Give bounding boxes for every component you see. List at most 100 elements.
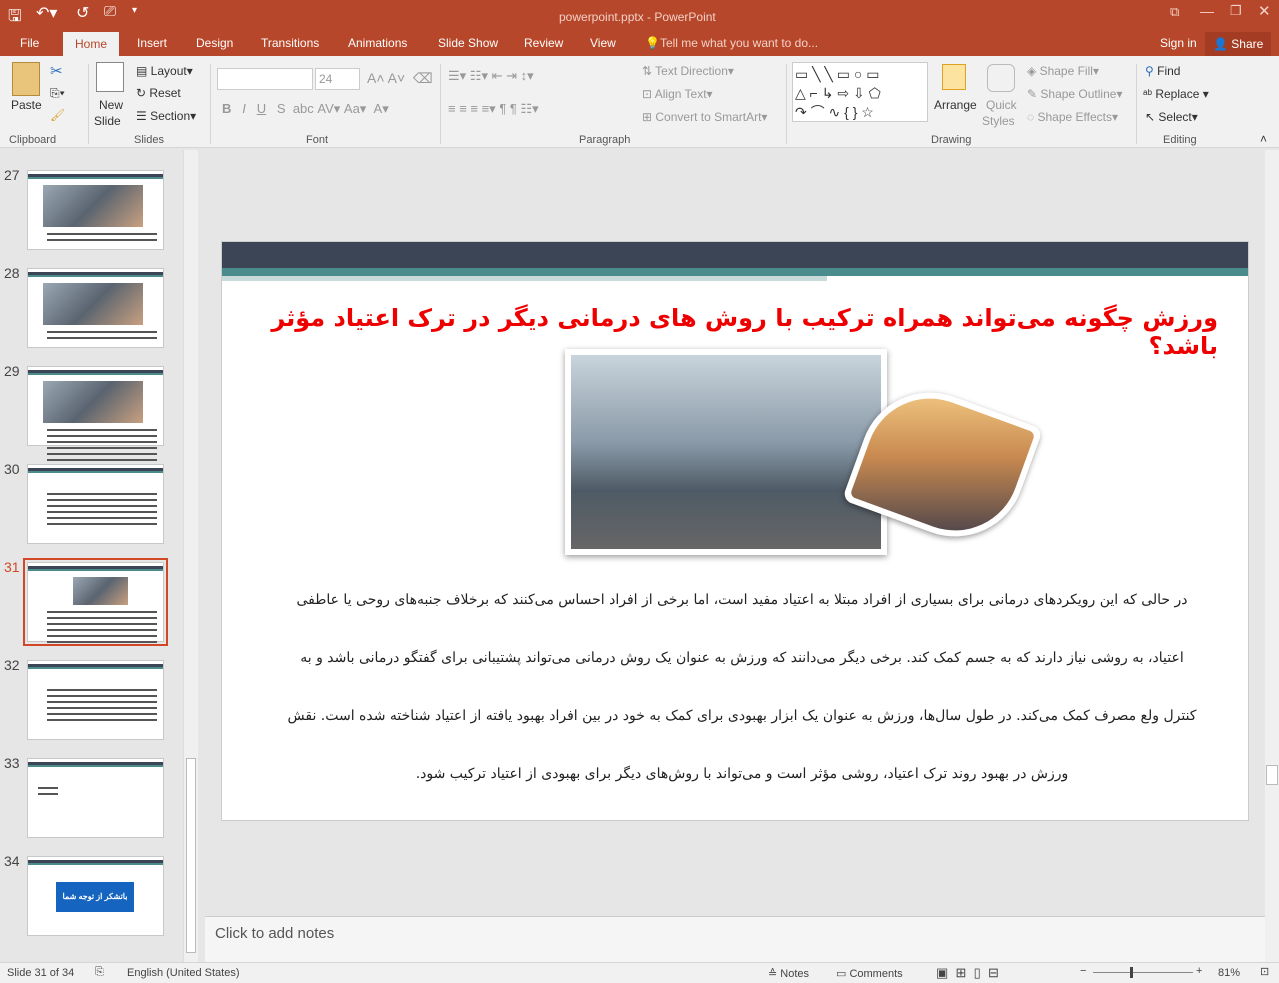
new-slide-button[interactable]: New (99, 98, 123, 112)
cut-icon[interactable]: ✂ (50, 62, 63, 80)
layout-button[interactable]: ▤ Layout▾ (136, 64, 193, 78)
find-button[interactable]: ⚲ Find (1145, 64, 1180, 78)
slide-thumbnail[interactable] (27, 660, 164, 740)
quick-styles-icon[interactable] (987, 64, 1015, 92)
copy-icon[interactable]: ⎘▾ (50, 86, 65, 101)
language-indicator[interactable]: English (United States) (127, 967, 240, 979)
slide-thumbnail[interactable] (27, 366, 164, 461)
arrange-icon[interactable] (942, 64, 966, 90)
font-format-icons[interactable]: B I U S abc AV▾ Aa▾ A▾ (222, 101, 389, 117)
body-line[interactable]: کنترل ولع مصرف کمک می‌کند. در طول سال‌ها… (262, 708, 1222, 724)
paste-icon[interactable] (12, 62, 40, 96)
font-group-label: Font (306, 134, 329, 146)
paragraph-group-label: Paragraph (579, 134, 631, 146)
notes-button[interactable]: ≙ Notes (768, 967, 809, 980)
sign-in-link[interactable]: Sign in (1160, 36, 1197, 50)
tab-slide-show[interactable]: Slide Show (438, 36, 498, 50)
tab-transitions[interactable]: Transitions (261, 36, 319, 50)
shapes-gallery[interactable]: ▭ ╲ ╲ ▭ ○ ▭ △ ⌐ ↳ ⇨ ⇩ ⬠ ↷ ⌒ ∿ { } ☆ (792, 62, 928, 122)
fit-slide-icon[interactable]: ⊡ (1260, 965, 1269, 978)
new-slide-icon[interactable] (96, 62, 124, 92)
zoom-level[interactable]: 81% (1218, 967, 1240, 979)
thumbnail-text-line (47, 635, 157, 637)
zoom-slider-thumb[interactable] (1130, 967, 1133, 978)
slide-thumbnail[interactable] (27, 758, 164, 838)
select-button[interactable]: ↖ Select▾ (1145, 110, 1198, 124)
zoom-slider[interactable] (1093, 972, 1193, 973)
slide-thumbnail[interactable] (23, 558, 168, 646)
smartart-button[interactable]: ⊞ Convert to SmartArt▾ (642, 110, 767, 124)
align-icons[interactable]: ≡ ≡ ≡ ≡▾ ¶ ¶ ☷▾ (448, 101, 539, 117)
thumbnail-text-line (47, 337, 157, 339)
reset-button[interactable]: ↻ Reset (136, 86, 181, 100)
font-size-box[interactable]: 24 (315, 68, 360, 90)
new-slide-button-label[interactable]: Slide (94, 114, 121, 128)
title-bar: 🖫 ↶▾ ↺ ⎚ ▾ powerpoint.pptx - PowerPoint … (0, 0, 1279, 32)
notes-pane[interactable]: Click to add notes (205, 916, 1265, 962)
thumbnail-text-line (47, 629, 157, 631)
clipboard-group-label: Clipboard (9, 134, 57, 146)
body-line[interactable]: در حالی که این رویکردهای درمانی برای بسی… (262, 592, 1222, 608)
list-icons[interactable]: ☰▾ ☷▾ ⇤ ⇥ ↕▾ (448, 68, 534, 84)
collapse-ribbon-icon[interactable]: ˄ (1260, 132, 1267, 146)
align-text-button[interactable]: ⊡ Align Text▾ (642, 87, 713, 101)
slide-scrollbar[interactable] (1265, 150, 1279, 962)
thumbnail-text-line (47, 511, 157, 513)
arrange-button[interactable]: Arrange (934, 98, 977, 112)
scroll-thumb[interactable] (186, 758, 196, 953)
slide-canvas[interactable]: ورزش چگونه می‌تواند همراه ترکیب با روش ه… (221, 241, 1249, 821)
customize-toolbar-icon[interactable]: ▾ (132, 5, 137, 16)
format-painter-icon[interactable]: 🖌 (50, 108, 65, 122)
grow-font-icon[interactable]: A˄ A˅ ⌫ (367, 70, 433, 87)
body-line[interactable]: ورزش در بهبود روند ترک اعتیاد، روشی مؤثر… (262, 766, 1222, 782)
restore-icon[interactable]: ❐ (1230, 3, 1242, 19)
tab-review[interactable]: Review (524, 36, 563, 50)
tab-design[interactable]: Design (196, 36, 233, 50)
zoom-in-icon[interactable]: + (1196, 965, 1202, 977)
notes-placeholder[interactable]: Click to add notes (215, 925, 334, 942)
start-slideshow-icon[interactable]: ⎚ (104, 3, 116, 20)
shape-fill-button[interactable]: ◈ Shape Fill▾ (1027, 64, 1099, 78)
shape-effects-button[interactable]: ◌ Shape Effects▾ (1027, 110, 1118, 124)
body-line[interactable]: اعتیاد، به روشی نیاز دارند که به جسم کمک… (262, 650, 1222, 666)
view-buttons[interactable]: ▣ ⊞ ▯ ⊟ (936, 965, 999, 981)
minimize-icon[interactable]: — (1200, 3, 1214, 19)
jump-rope-photo[interactable] (565, 349, 887, 555)
paste-button[interactable]: Paste (11, 98, 42, 112)
thumbnail-number: 30 (4, 461, 20, 477)
slide-thumbnail[interactable] (27, 464, 164, 544)
comments-button[interactable]: ▭ Comments (836, 967, 903, 980)
drawing-group-label: Drawing (931, 134, 972, 146)
ribbon-display-icon[interactable]: ⧉ (1170, 4, 1179, 20)
slide-thumbnail[interactable] (27, 268, 164, 348)
thumbnail-number: 32 (4, 657, 20, 673)
close-icon[interactable]: ✕ (1258, 2, 1271, 20)
tab-animations[interactable]: Animations (348, 36, 407, 50)
text-direction-button[interactable]: ⇅ Text Direction▾ (642, 64, 734, 78)
slide-thumbnail[interactable] (27, 170, 164, 250)
quick-styles-button[interactable]: Quick (986, 98, 1017, 112)
scroll-thumb[interactable] (1266, 765, 1278, 785)
tab-view[interactable]: View (590, 36, 616, 50)
undo-icon[interactable]: ↶▾ (36, 3, 57, 23)
thumbnail-text-line (47, 505, 157, 507)
slide-thumbnail[interactable]: باتشکر از توجه شما (27, 856, 164, 936)
replace-button[interactable]: ᵃᵇ Replace ▾ (1143, 87, 1209, 101)
redo-icon[interactable]: ↺ (76, 3, 89, 23)
tab-insert[interactable]: Insert (137, 36, 167, 50)
thumbnails-scrollbar[interactable] (183, 150, 198, 962)
editing-group-label: Editing (1163, 134, 1197, 146)
save-icon[interactable]: 🖫 (8, 5, 22, 32)
share-button[interactable]: 👤 Share (1205, 32, 1272, 56)
font-name-box[interactable] (217, 68, 313, 90)
tell-me-box[interactable]: 💡Tell me what you want to do... (645, 36, 818, 50)
thumbnail-text-line (47, 707, 157, 709)
shape-outline-button[interactable]: ✎ Shape Outline▾ (1027, 87, 1122, 101)
zoom-out-icon[interactable]: − (1080, 965, 1086, 977)
spell-check-icon[interactable]: ⎘ (95, 966, 104, 979)
tab-file[interactable]: File (20, 36, 39, 50)
thumbnail-text-line (47, 695, 157, 697)
tab-home[interactable]: Home (63, 32, 120, 56)
quick-styles-button-label[interactable]: Styles (982, 114, 1015, 128)
section-button[interactable]: ☰ Section▾ (136, 109, 196, 123)
